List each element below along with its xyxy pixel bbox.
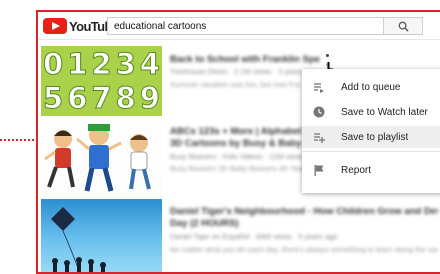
masthead: YouTube <box>38 12 440 40</box>
menu-item-report[interactable]: Report <box>302 159 440 181</box>
digit: 3 <box>115 47 136 81</box>
flag-icon <box>313 164 325 176</box>
video-title-line2[interactable]: Day (2 HOURS) <box>170 218 438 229</box>
menu-item-add-to-queue[interactable]: Add to queue <box>302 76 440 98</box>
digit: 4 <box>139 47 160 81</box>
menu-item-label: Add to queue <box>341 81 401 93</box>
video-meta: Daniel Tiger en Español · 84M views · 5 … <box>170 232 338 241</box>
digit: 8 <box>115 81 136 115</box>
menu-item-watch-later[interactable]: Save to Watch later <box>302 101 440 123</box>
search-icon <box>398 21 409 32</box>
playlist-add-icon <box>313 131 325 143</box>
video-title[interactable]: Daniel Tiger's Neighbourhood - How Child… <box>170 206 438 217</box>
digit: 7 <box>91 81 112 115</box>
digit: 9 <box>139 81 160 115</box>
clock-icon <box>313 106 325 118</box>
video-description: Summer vacation was fun, but now Frankli… <box>170 80 300 89</box>
annotation-connector <box>0 139 38 141</box>
video-title[interactable]: Back to School with Franklin Special <box>170 54 320 65</box>
digit: 5 <box>42 81 64 115</box>
kite-scene-image <box>51 207 106 272</box>
thumbnail-digits-bottom: 5 6 7 8 9 <box>41 81 162 115</box>
cartoon-kids-image <box>41 121 162 195</box>
digit: 2 <box>91 47 112 81</box>
digit: 1 <box>67 47 88 81</box>
menu-divider <box>302 151 440 152</box>
digit: 6 <box>67 81 88 115</box>
thumbnail-digits-top: 0 1 2 3 4 <box>41 47 162 81</box>
queue-icon <box>313 81 325 93</box>
video-thumbnail[interactable] <box>41 121 162 195</box>
video-thumbnail[interactable]: 0 1 2 3 4 5 6 7 8 9 <box>41 46 162 116</box>
search-input[interactable] <box>107 17 384 35</box>
play-logo-icon <box>43 18 67 34</box>
video-thumbnail[interactable] <box>41 199 162 272</box>
video-description: No matter what you do each day, there's … <box>170 245 438 254</box>
menu-item-label: Save to Watch later <box>341 106 428 118</box>
video-actions-menu: Add to queue Save to Watch later Save to… <box>302 69 440 193</box>
kebab-dot <box>325 54 329 57</box>
video-meta: Treehouse Direct · 2.1M views · 3 years … <box>170 67 318 76</box>
search-button[interactable] <box>383 17 423 35</box>
highlight-frame: YouTube 0 1 2 3 4 5 6 7 8 9 Back to Scho… <box>36 10 440 274</box>
digit: 0 <box>42 47 64 81</box>
menu-item-label: Report <box>341 164 372 176</box>
menu-item-save-to-playlist[interactable]: Save to playlist <box>302 126 440 148</box>
menu-item-label: Save to playlist <box>341 131 409 143</box>
